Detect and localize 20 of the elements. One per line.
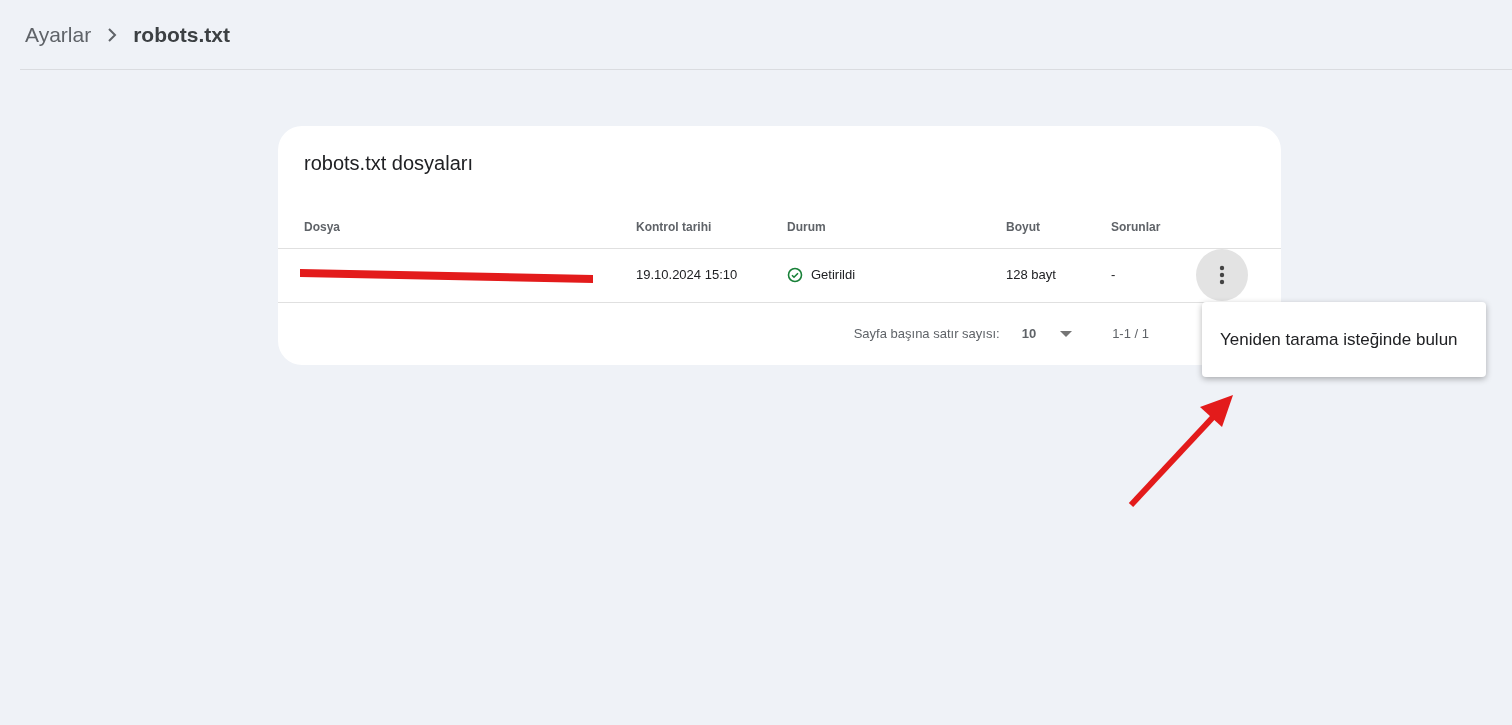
- caret-down-icon: [1060, 330, 1073, 337]
- rows-per-page-select[interactable]: 10: [1021, 323, 1073, 344]
- column-header: Kontrol tarihi: [636, 219, 712, 234]
- status-text: Getirildi: [811, 266, 856, 285]
- more-options-button[interactable]: [1196, 249, 1248, 301]
- column-header: Boyut: [1006, 219, 1040, 234]
- menu-item[interactable]: Yeniden tarama isteğinde bulun: [1202, 302, 1476, 377]
- column-header: Dosya: [304, 219, 341, 234]
- breadcrumb-current: robots.txt: [133, 21, 230, 48]
- rows-per-page-label: Sayfa başına satır sayısı:: [853, 324, 1000, 343]
- card-title: robots.txt dosyaları: [303, 151, 474, 176]
- breadcrumb-link[interactable]: Ayarlar: [25, 18, 92, 51]
- chevron-right-icon: [107, 27, 118, 42]
- column-header: Durum: [787, 219, 826, 234]
- table-cell: 19.10.2024 15:10: [636, 267, 738, 283]
- column-header: Sorunlar: [1111, 219, 1161, 234]
- table-cell: 128 bayt: [1006, 267, 1056, 283]
- more-vertical-icon: [1219, 265, 1225, 285]
- table-cell: -: [1111, 267, 1116, 283]
- page-range: 1-1 / 1: [1112, 324, 1149, 343]
